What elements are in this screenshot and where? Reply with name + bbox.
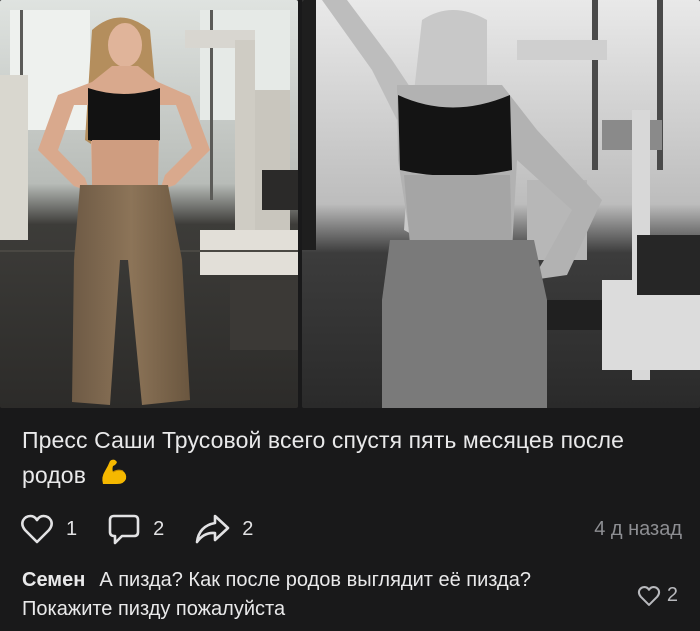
post-card: Пресс Саши Трусовой всего спустя пять ме…	[0, 0, 700, 631]
comment-author[interactable]: Семен	[22, 569, 85, 591]
photo-2-image	[302, 0, 700, 408]
comment-like-count: 2	[666, 584, 678, 606]
flexed-biceps-icon	[99, 457, 129, 496]
post-caption: Пресс Саши Трусовой всего спустя пять ме…	[22, 424, 662, 496]
post-actions: 1 2 2	[20, 512, 283, 546]
comment-bubble-icon	[108, 514, 140, 545]
photo-1[interactable]	[0, 0, 298, 408]
heart-icon	[637, 585, 660, 606]
heart-icon	[21, 514, 53, 544]
like-count: 1	[66, 517, 78, 540]
share-count: 2	[242, 517, 254, 540]
like-button[interactable]: 1	[20, 513, 77, 545]
comment-like-button[interactable]: 2	[637, 584, 678, 607]
comment-button[interactable]: 2	[107, 512, 164, 546]
share-arrow-icon	[195, 514, 230, 544]
photo-1-image	[0, 0, 298, 408]
photo-2[interactable]	[302, 0, 700, 408]
photo-gallery	[0, 0, 700, 408]
top-comment: Семен А пизда? Как после родов выглядит е…	[22, 566, 612, 624]
post-timestamp: 4 д назад	[594, 518, 682, 540]
comment-count: 2	[153, 517, 165, 540]
share-button[interactable]: 2	[194, 513, 253, 545]
comment-text: А пизда? Как после родов выглядит её пиз…	[22, 569, 531, 620]
